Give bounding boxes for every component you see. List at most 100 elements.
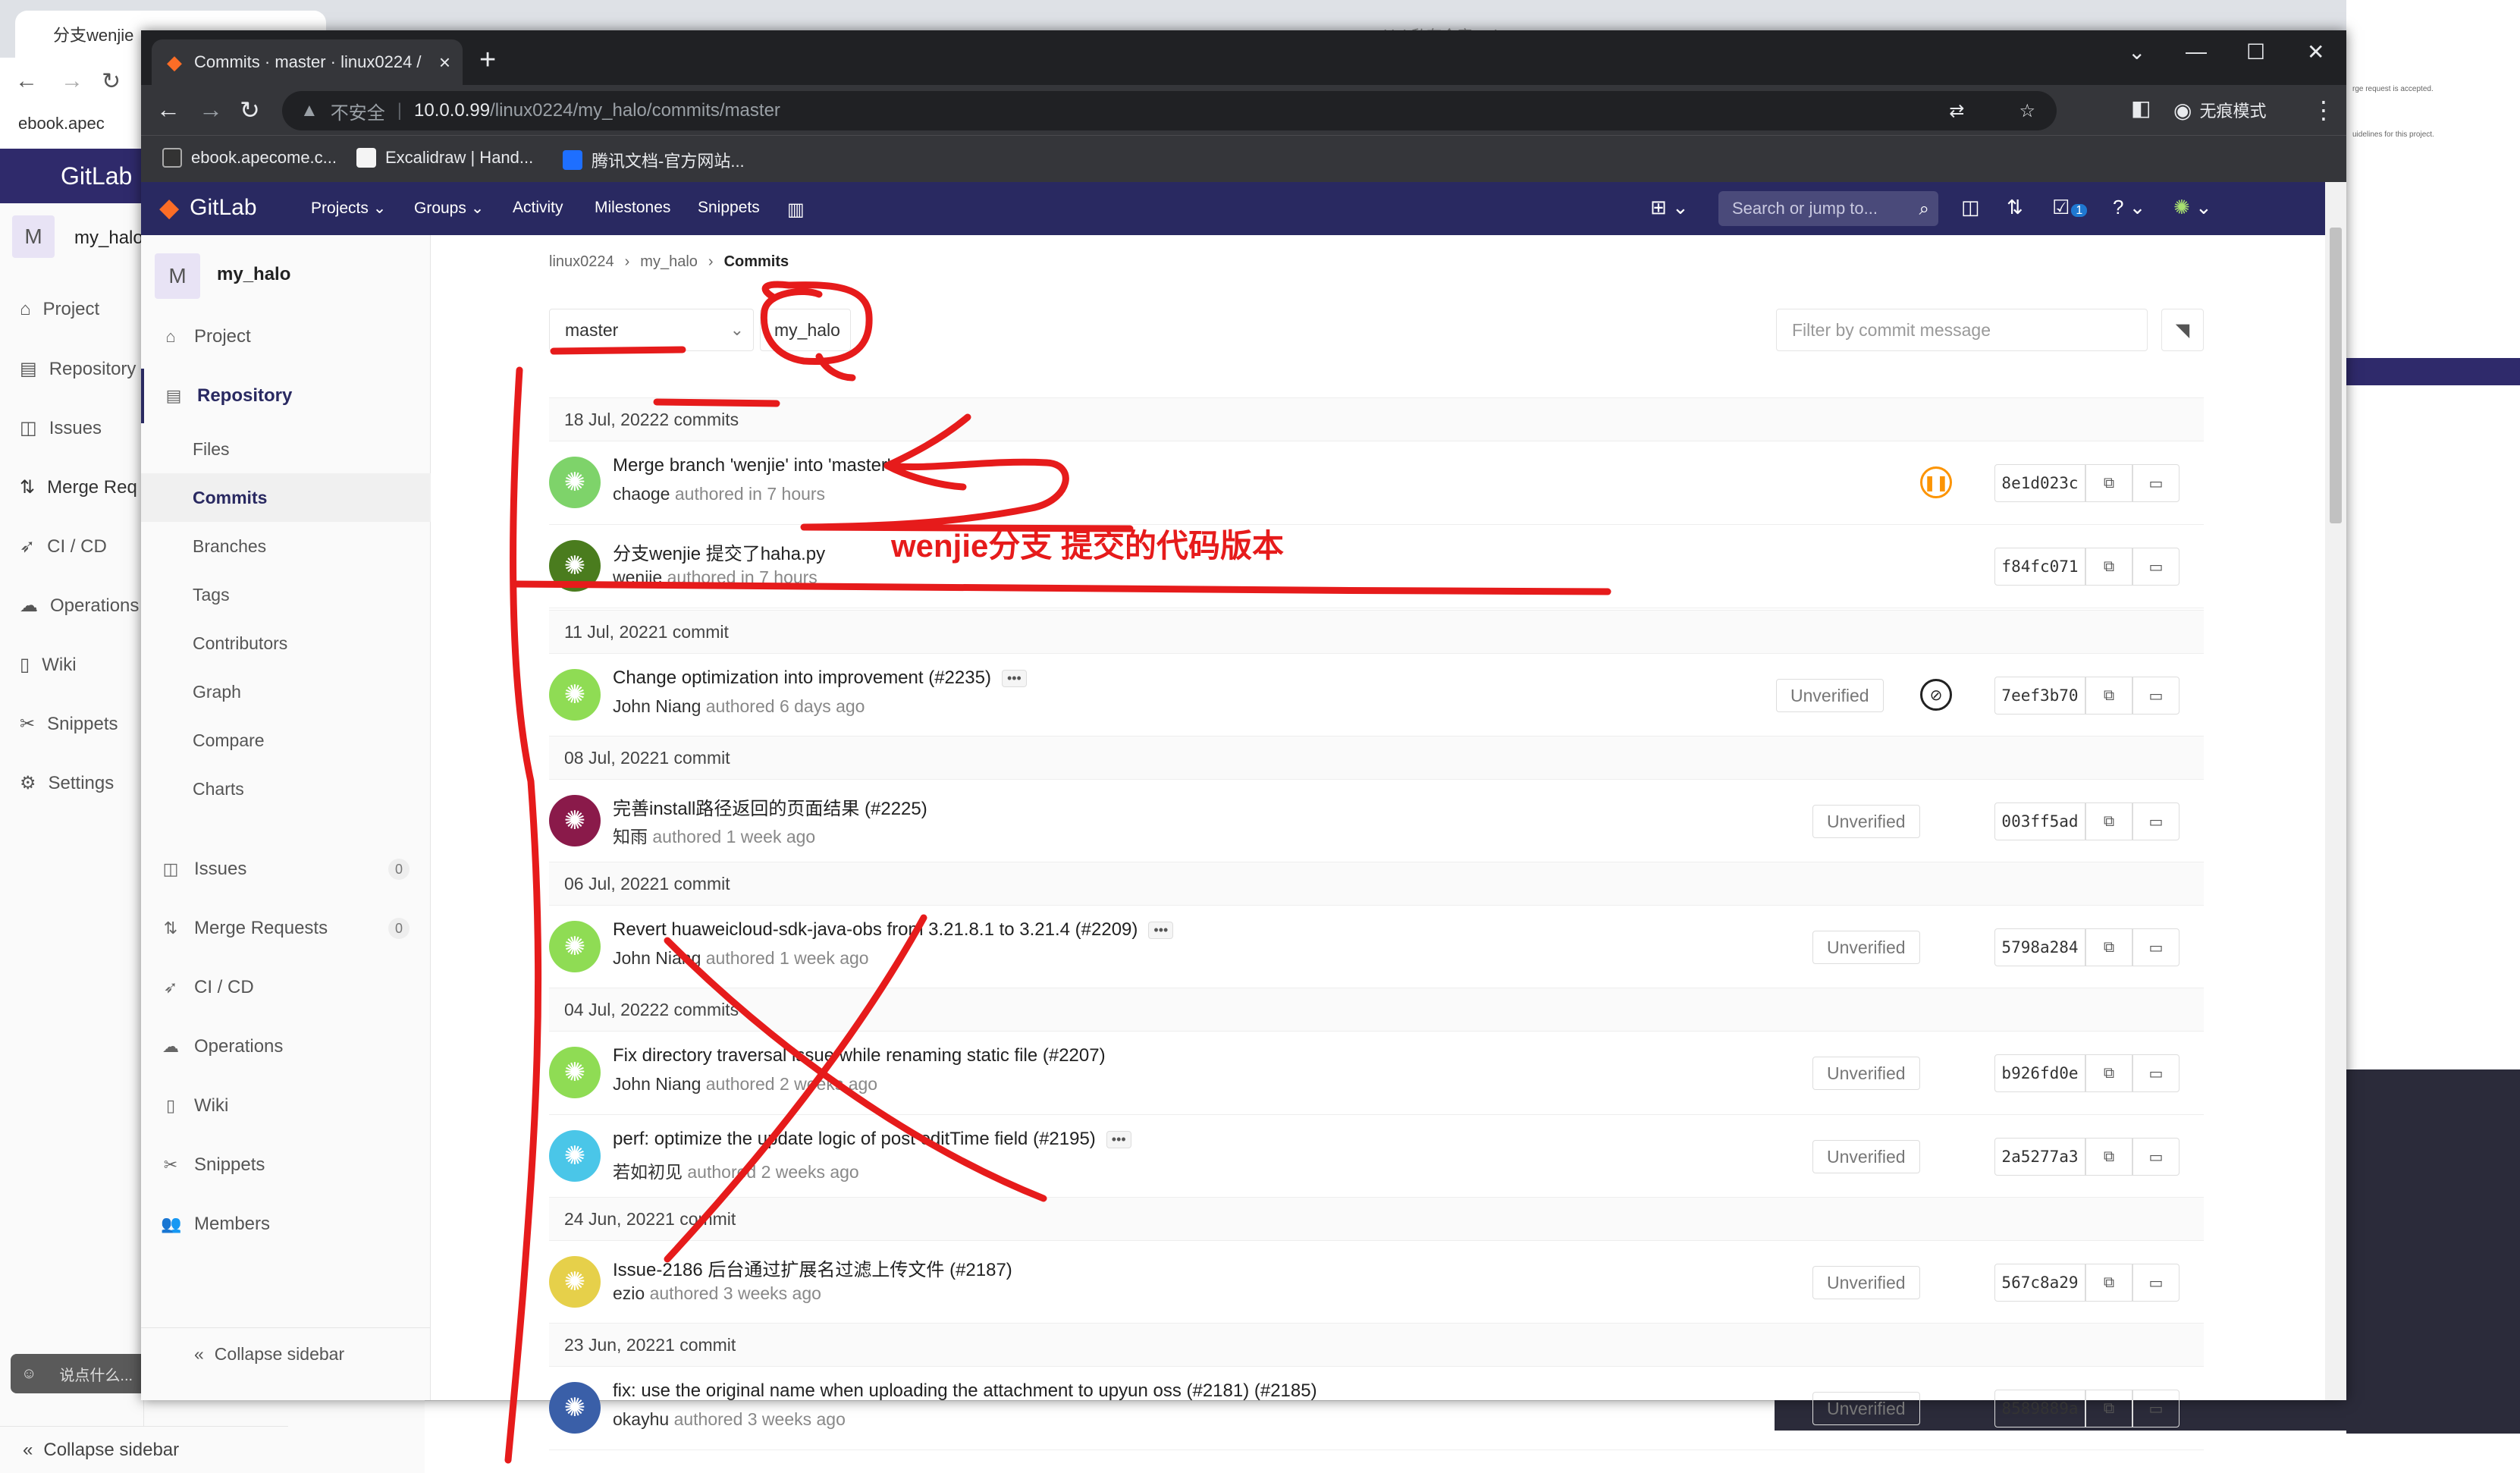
- chart-icon[interactable]: ▥: [787, 199, 805, 221]
- nav-groups[interactable]: Groups ⌄: [414, 199, 484, 218]
- signature-badge[interactable]: Unverified: [1812, 805, 1920, 838]
- back-icon[interactable]: ←: [156, 96, 180, 124]
- author-avatar[interactable]: ✺: [549, 921, 601, 972]
- browse-files-icon[interactable]: ▭: [2132, 548, 2180, 586]
- url-bar[interactable]: ▲ 不安全 | 10.0.0.99/linux0224/my_halo/comm…: [282, 91, 2057, 130]
- copy-sha-icon[interactable]: ⧉: [2085, 802, 2132, 840]
- incognito-badge[interactable]: ◉ 无痕模式: [2173, 93, 2266, 127]
- pipeline-skipped-icon[interactable]: ⊘: [1920, 679, 1952, 711]
- sidebar-sub-charts[interactable]: Charts: [141, 765, 431, 813]
- commit-row[interactable]: ✺ Revert huaweicloud-sdk-java-obs from 3.…: [549, 906, 2204, 989]
- commit-title[interactable]: 分支wenjie 提交了haha.py: [613, 539, 825, 565]
- close-window-icon[interactable]: ✕: [2307, 39, 2324, 64]
- commit-author[interactable]: wenjie: [613, 567, 662, 587]
- commit-sha[interactable]: 7eef3b70: [1994, 677, 2085, 715]
- bookmark-tencent-docs[interactable]: 腾讯文档-官方网站...: [563, 148, 745, 172]
- signature-badge[interactable]: Unverified: [1812, 1057, 1920, 1090]
- nav-activity[interactable]: Activity: [513, 199, 563, 217]
- commit-title[interactable]: Issue-2186 后台通过扩展名过滤上传文件 (#2187): [613, 1255, 1012, 1281]
- maximize-icon[interactable]: ☐: [2246, 39, 2265, 64]
- back-icon[interactable]: ←: [15, 68, 38, 94]
- background-gitlab-logo[interactable]: GitLab: [0, 149, 152, 203]
- browse-files-icon[interactable]: ▭: [2132, 677, 2180, 715]
- sidebar-item-repository[interactable]: ▤ Repository: [141, 369, 431, 423]
- sidebar-sub-files[interactable]: Files: [141, 425, 431, 473]
- ellipsis-toggle[interactable]: •••: [1001, 669, 1027, 687]
- author-avatar[interactable]: ✺: [549, 1256, 601, 1308]
- browse-files-icon[interactable]: ▭: [2132, 1054, 2180, 1092]
- new-tab-button[interactable]: +: [479, 44, 496, 77]
- browse-files-icon[interactable]: ▭: [2132, 802, 2180, 840]
- breadcrumb-current[interactable]: Commits: [724, 253, 789, 271]
- author-avatar[interactable]: ✺: [549, 669, 601, 721]
- signature-badge[interactable]: Unverified: [1776, 679, 1884, 712]
- commit-sha[interactable]: 003ff5ad: [1994, 802, 2085, 840]
- copy-sha-icon[interactable]: ⧉: [2085, 548, 2132, 586]
- forward-icon[interactable]: →: [61, 68, 83, 94]
- commit-sha[interactable]: f84fc071: [1994, 548, 2085, 586]
- commit-title[interactable]: Fix directory traversal issue while rena…: [613, 1045, 1106, 1066]
- commit-sha[interactable]: b926fd0e: [1994, 1054, 2085, 1092]
- background-nav-settings[interactable]: ⚙ Settings: [20, 772, 114, 794]
- background-nav-cicd[interactable]: ➶ CI / CD: [20, 535, 107, 557]
- commit-author[interactable]: chaoge: [613, 484, 670, 504]
- browser-tab[interactable]: ◆ Commits · master · linux0224 / ×: [152, 39, 463, 85]
- copy-sha-icon[interactable]: ⧉: [2085, 464, 2132, 502]
- nav-snippets[interactable]: Snippets: [698, 199, 760, 217]
- commit-author[interactable]: 若如初见: [613, 1162, 683, 1182]
- author-avatar[interactable]: ✺: [549, 1047, 601, 1098]
- collapse-sidebar-button[interactable]: «Collapse sidebar: [141, 1327, 431, 1380]
- pipeline-paused-icon[interactable]: ❚❚: [1920, 466, 1952, 498]
- commit-filter-input[interactable]: Filter by commit message: [1776, 309, 2148, 351]
- breadcrumb-group[interactable]: linux0224: [549, 253, 614, 271]
- sidebar-sub-commits[interactable]: Commits: [141, 473, 431, 522]
- menu-kebab-icon[interactable]: ⋮: [2311, 96, 2336, 124]
- sidebar-item-project[interactable]: ⌂ Project: [141, 309, 431, 364]
- sidebar-sub-tags[interactable]: Tags: [141, 570, 431, 619]
- branch-selector[interactable]: master ⌄: [549, 309, 754, 351]
- reload-icon[interactable]: ↻: [102, 68, 121, 95]
- search-input[interactable]: Search or jump to... ⌕: [1718, 191, 1938, 226]
- sidebar-item-snippets[interactable]: ✂ Snippets: [141, 1138, 431, 1192]
- sidebar-item-wiki[interactable]: ▯ Wiki: [141, 1079, 431, 1133]
- background-bookmark[interactable]: ebook.apec: [18, 114, 105, 133]
- browse-files-icon[interactable]: ▭: [2132, 1390, 2180, 1427]
- close-tab-icon[interactable]: ×: [439, 51, 450, 74]
- author-avatar[interactable]: ✺: [549, 540, 601, 592]
- project-path-label[interactable]: my_halo: [760, 309, 851, 351]
- rss-feed-icon[interactable]: ◥: [2161, 309, 2204, 351]
- commit-title[interactable]: Change optimization into improvement (#2…: [613, 667, 1027, 689]
- scrollbar-thumb[interactable]: [2330, 228, 2342, 523]
- gitlab-logo[interactable]: ◆ GitLab: [159, 193, 257, 223]
- breadcrumb-project[interactable]: my_halo: [640, 253, 698, 271]
- signature-badge[interactable]: Unverified: [1812, 1392, 1920, 1425]
- commit-sha[interactable]: 567c8a29: [1994, 1264, 2085, 1302]
- author-avatar[interactable]: ✺: [549, 795, 601, 846]
- commit-sha[interactable]: 5798a284: [1994, 928, 2085, 966]
- nav-projects[interactable]: Projects ⌄: [311, 199, 386, 218]
- sidebar-sub-graph[interactable]: Graph: [141, 667, 431, 716]
- background-nav-snippets[interactable]: ✂ Snippets: [20, 713, 118, 735]
- sidebar-item-issues[interactable]: ◫ Issues 0: [141, 842, 431, 897]
- background-nav-repository[interactable]: ▤ Repository: [20, 358, 136, 380]
- copy-sha-icon[interactable]: ⧉: [2085, 1390, 2132, 1427]
- user-avatar[interactable]: ✺ ⌄: [2173, 196, 2212, 219]
- sidebar-item-operations[interactable]: ☁ Operations: [141, 1019, 431, 1074]
- author-avatar[interactable]: ✺: [549, 1130, 601, 1182]
- ellipsis-toggle[interactable]: •••: [1106, 1130, 1131, 1148]
- sidebar-item-cicd[interactable]: ➶ CI / CD: [141, 960, 431, 1015]
- commit-sha[interactable]: 8589889a: [1994, 1390, 2085, 1427]
- issues-icon[interactable]: ◫: [1961, 196, 1980, 219]
- sidebar-panel-icon[interactable]: ◧: [2131, 96, 2151, 121]
- sidebar-sub-compare[interactable]: Compare: [141, 716, 431, 765]
- background-nav-issues[interactable]: ◫ Issues: [20, 417, 102, 439]
- bookmark-star-icon[interactable]: ☆: [2019, 100, 2035, 122]
- sidebar-sub-contributors[interactable]: Contributors: [141, 619, 431, 667]
- commit-row[interactable]: ✺ Change optimization into improvement (#…: [549, 654, 2204, 737]
- sidebar-item-members[interactable]: 👥 Members: [141, 1197, 431, 1252]
- commit-sha[interactable]: 8e1d023c: [1994, 464, 2085, 502]
- author-avatar[interactable]: ✺: [549, 457, 601, 508]
- background-nav-operations[interactable]: ☁ Operations: [20, 595, 139, 617]
- copy-sha-icon[interactable]: ⧉: [2085, 1054, 2132, 1092]
- commit-title[interactable]: Revert huaweicloud-sdk-java-obs from 3.2…: [613, 919, 1174, 941]
